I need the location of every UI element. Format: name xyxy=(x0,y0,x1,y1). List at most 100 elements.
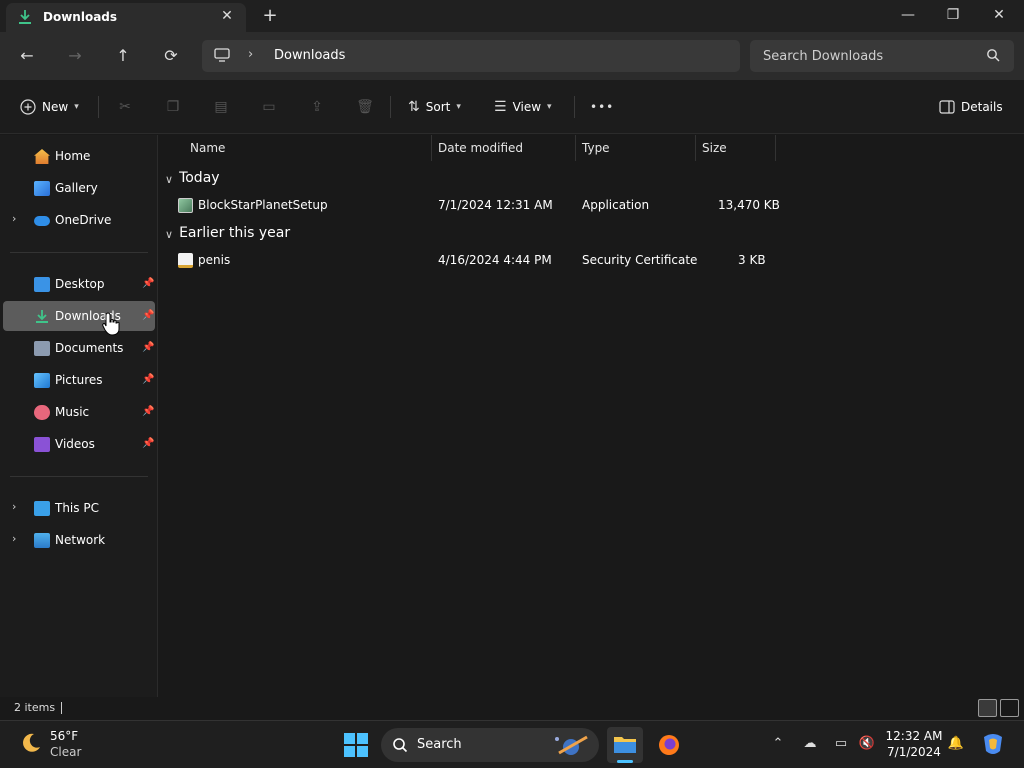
file-type: Application xyxy=(582,198,650,212)
search-input[interactable] xyxy=(750,40,1014,72)
file-name: BlockStarPlanetSetup xyxy=(198,198,328,212)
rename-icon[interactable]: ▭ xyxy=(256,94,282,120)
address-bar[interactable]: › Downloads xyxy=(202,40,740,72)
chevron-right-icon[interactable]: › xyxy=(12,500,16,513)
minimize-button[interactable]: — xyxy=(885,0,931,30)
paste-icon[interactable]: ▤ xyxy=(208,94,234,120)
sidebar-item-label: Documents xyxy=(55,341,124,355)
desktop-icon xyxy=(34,277,50,292)
details-view-toggle[interactable] xyxy=(978,699,997,717)
new-button[interactable]: New ▾ xyxy=(20,94,79,120)
documents-icon xyxy=(34,341,50,356)
tab-downloads[interactable]: Downloads ✕ xyxy=(6,3,246,32)
tiles-view-toggle[interactable] xyxy=(1000,699,1019,717)
column-header-name[interactable]: Name xyxy=(190,141,225,155)
notification-bell-icon[interactable]: 🔔 xyxy=(947,735,965,753)
group-header-earlier-this-year[interactable]: ∨ Earlier this year xyxy=(165,225,290,241)
view-list-icon: ☰ xyxy=(494,99,507,115)
view-button[interactable]: ☰ View ▾ xyxy=(494,94,552,120)
divider xyxy=(61,702,62,714)
sidebar-item-music[interactable]: Music 📌 xyxy=(3,397,155,427)
sidebar-item-desktop[interactable]: Desktop 📌 xyxy=(3,269,155,299)
divider xyxy=(390,96,391,118)
new-tab-button[interactable]: + xyxy=(260,5,280,27)
chevron-right-icon[interactable]: › xyxy=(12,532,16,545)
details-button[interactable]: Details xyxy=(939,94,1003,120)
file-explorer-taskbar-button[interactable] xyxy=(607,727,643,763)
certificate-icon xyxy=(178,253,193,268)
column-header-size[interactable]: Size xyxy=(702,141,727,155)
table-row[interactable]: BlockStarPlanetSetup 7/1/2024 12:31 AM A… xyxy=(173,194,780,218)
column-divider[interactable] xyxy=(575,135,576,161)
sidebar-item-this-pc[interactable]: › This PC xyxy=(3,493,155,523)
network-icon[interactable]: ▭ xyxy=(832,735,850,753)
file-type: Security Certificate xyxy=(582,253,698,267)
sidebar-item-downloads[interactable]: Downloads 📌 xyxy=(3,301,155,331)
clock-time[interactable]: 12:32 AM xyxy=(874,729,954,743)
sort-button[interactable]: ⇅ Sort ▾ xyxy=(408,94,461,120)
videos-icon xyxy=(34,437,50,452)
sidebar-item-label: Pictures xyxy=(55,373,103,387)
weather-condition[interactable]: Clear xyxy=(50,745,81,759)
chevron-right-icon[interactable]: › xyxy=(12,212,16,225)
title-bar: Downloads ✕ + — ❐ ✕ xyxy=(0,0,1024,32)
breadcrumb[interactable]: Downloads xyxy=(274,48,345,63)
sidebar-item-onedrive[interactable]: › OneDrive xyxy=(3,205,155,235)
chevron-right-icon: › xyxy=(248,47,254,62)
chevron-down-icon: ▾ xyxy=(456,102,461,112)
sort-icon: ⇅ xyxy=(408,99,420,115)
sidebar-item-network[interactable]: › Network xyxy=(3,525,155,555)
share-icon[interactable]: ⇪ xyxy=(304,94,330,120)
new-label: New xyxy=(42,100,69,114)
column-divider[interactable] xyxy=(775,135,776,161)
pin-icon: 📌 xyxy=(142,278,155,289)
group-title: Today xyxy=(179,170,220,186)
sidebar-item-documents[interactable]: Documents 📌 xyxy=(3,333,155,363)
sidebar-item-label: Desktop xyxy=(55,277,105,291)
hand-pointer-cursor-icon xyxy=(102,312,120,336)
sort-label: Sort xyxy=(425,100,451,114)
divider xyxy=(10,252,148,253)
search-icon[interactable] xyxy=(986,48,1000,62)
firefox-taskbar-button[interactable] xyxy=(651,727,687,763)
windows-start-icon[interactable] xyxy=(342,731,370,759)
refresh-button[interactable]: ⟳ xyxy=(157,42,185,70)
sidebar-item-pictures[interactable]: Pictures 📌 xyxy=(3,365,155,395)
more-options-button[interactable]: ••• xyxy=(590,94,614,120)
clock-date[interactable]: 7/1/2024 xyxy=(874,745,954,759)
delete-icon[interactable]: 🗑 xyxy=(352,94,378,120)
divider xyxy=(98,96,99,118)
back-button[interactable]: ← xyxy=(13,42,41,70)
maximize-button[interactable]: ❐ xyxy=(930,0,976,30)
taskbar: 56°F Clear Search ⌃ ☁ ▭ 🔇 12:32 AM 7/1/2… xyxy=(0,720,1024,768)
moon-icon[interactable] xyxy=(20,732,42,754)
forward-button[interactable]: → xyxy=(61,42,89,70)
sidebar-item-gallery[interactable]: Gallery xyxy=(3,173,155,203)
column-header-date[interactable]: Date modified xyxy=(438,141,523,155)
onedrive-offline-icon[interactable]: ☁ xyxy=(801,735,819,753)
network-icon xyxy=(34,533,50,548)
file-date: 7/1/2024 12:31 AM xyxy=(438,198,553,212)
download-icon xyxy=(36,310,48,323)
copy-icon[interactable]: ❐ xyxy=(160,94,186,120)
column-divider[interactable] xyxy=(695,135,696,161)
sidebar-item-home[interactable]: Home xyxy=(3,141,155,171)
copilot-icon[interactable] xyxy=(980,731,1006,757)
tab-close-icon[interactable]: ✕ xyxy=(218,7,236,25)
cut-icon[interactable]: ✂ xyxy=(112,94,138,120)
pin-icon: 📌 xyxy=(142,406,155,417)
column-divider[interactable] xyxy=(431,135,432,161)
sidebar-item-label: Gallery xyxy=(55,181,98,195)
weather-temperature[interactable]: 56°F xyxy=(50,729,78,743)
close-button[interactable]: ✕ xyxy=(976,0,1022,30)
show-hidden-icons-chevron-icon[interactable]: ⌃ xyxy=(769,735,787,753)
sidebar-item-videos[interactable]: Videos 📌 xyxy=(3,429,155,459)
up-button[interactable]: ↑ xyxy=(109,42,137,70)
sidebar-item-label: Network xyxy=(55,533,106,547)
table-row[interactable]: penis 4/16/2024 4:44 PM Security Certifi… xyxy=(173,249,777,273)
taskbar-search[interactable]: Search xyxy=(381,728,599,762)
column-header-type[interactable]: Type xyxy=(582,141,610,155)
group-header-today[interactable]: ∨ Today xyxy=(165,170,220,186)
computer-icon xyxy=(34,501,50,516)
cloud-icon xyxy=(34,216,50,226)
